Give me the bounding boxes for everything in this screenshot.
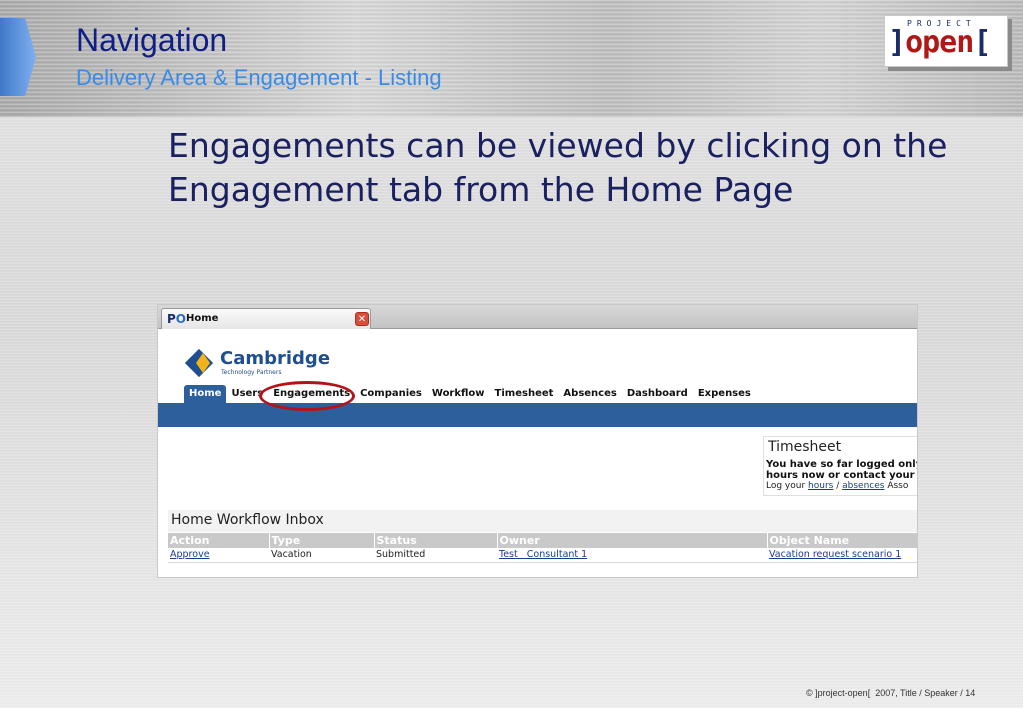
column-header-action[interactable]: Action [168,533,270,548]
status-cell: Submitted [374,548,497,563]
timesheet-title: Timesheet [768,439,842,455]
log-separator: / [833,481,843,491]
log-suffix: Asso [884,481,909,491]
slide-subtitle: Delivery Area & Engagement - Listing [76,65,442,90]
embedded-app-screenshot: PO Home ✕ Cambridge Technology Partners … [157,304,918,578]
tab-workflow[interactable]: Workflow [427,385,490,403]
copyright-icon: © [806,688,813,698]
footer-text: ]project-open[ 2007, Title / Speaker / 1… [815,688,976,698]
log-prefix: Log your [766,481,809,491]
browser-tab-home[interactable]: PO Home ✕ [161,308,371,329]
brand-name: Cambridge [220,348,331,369]
close-icon[interactable]: ✕ [355,312,369,326]
slide-footer: © ]project-open[ 2007, Title / Speaker /… [806,688,975,698]
workflow-inbox-title: Home Workflow Inbox [168,510,917,532]
app-nav-bar [158,403,917,427]
table-row: Approve Vacation Submitted Test Consulta… [168,548,917,563]
owner-link[interactable]: Test Consultant 1 [497,548,767,563]
column-header-type[interactable]: Type [269,533,375,548]
favicon-icon: PO [167,312,186,326]
column-header-object-name[interactable]: Object Name [767,533,917,548]
object-name-link[interactable]: Vacation request scenario 1 [767,548,917,563]
brand-tagline: Technology Partners [221,369,282,376]
logo-bracket-left: ] [888,25,906,60]
slide-body-text: Engagements can be viewed by clicking on… [168,124,968,212]
hours-link[interactable]: hours [808,481,833,491]
logo-word: open [905,25,974,60]
logo-bracket-right: [ [973,25,991,60]
browser-tab-label: Home [186,313,219,324]
tab-timesheet[interactable]: Timesheet [490,385,559,403]
body-line-1: Engagements can be viewed by clicking on… [168,126,948,165]
engagements-highlight-ring [259,381,355,411]
body-line-2: Engagement tab from the Home Page [168,170,794,209]
project-open-logo: PROJECT ]open[ [884,15,1008,67]
absences-link[interactable]: absences [842,481,884,491]
timesheet-log-line: Log your hours / absences Asso [766,481,908,491]
column-header-status[interactable]: Status [374,533,498,548]
tab-companies[interactable]: Companies [355,385,427,403]
type-cell: Vacation [269,548,374,563]
approve-link[interactable]: Approve [168,548,269,563]
timesheet-message-line1: You have so far logged only [766,459,918,470]
logo-wordmark: ]open[ [888,25,991,60]
browser-tabstrip: PO Home ✕ [158,305,917,329]
workflow-inbox-table: Action Type Status Owner Object Name App… [168,533,917,563]
timesheet-message-line2: hours now or contact your m [766,470,918,481]
tab-absences[interactable]: Absences [558,385,621,403]
tab-dashboard[interactable]: Dashboard [622,385,693,403]
column-header-owner[interactable]: Owner [497,533,768,548]
timesheet-portlet: Timesheet You have so far logged only ho… [763,436,918,496]
tab-expenses[interactable]: Expenses [693,385,756,403]
slide-title: Navigation [76,22,228,58]
tab-home[interactable]: Home [184,385,227,403]
